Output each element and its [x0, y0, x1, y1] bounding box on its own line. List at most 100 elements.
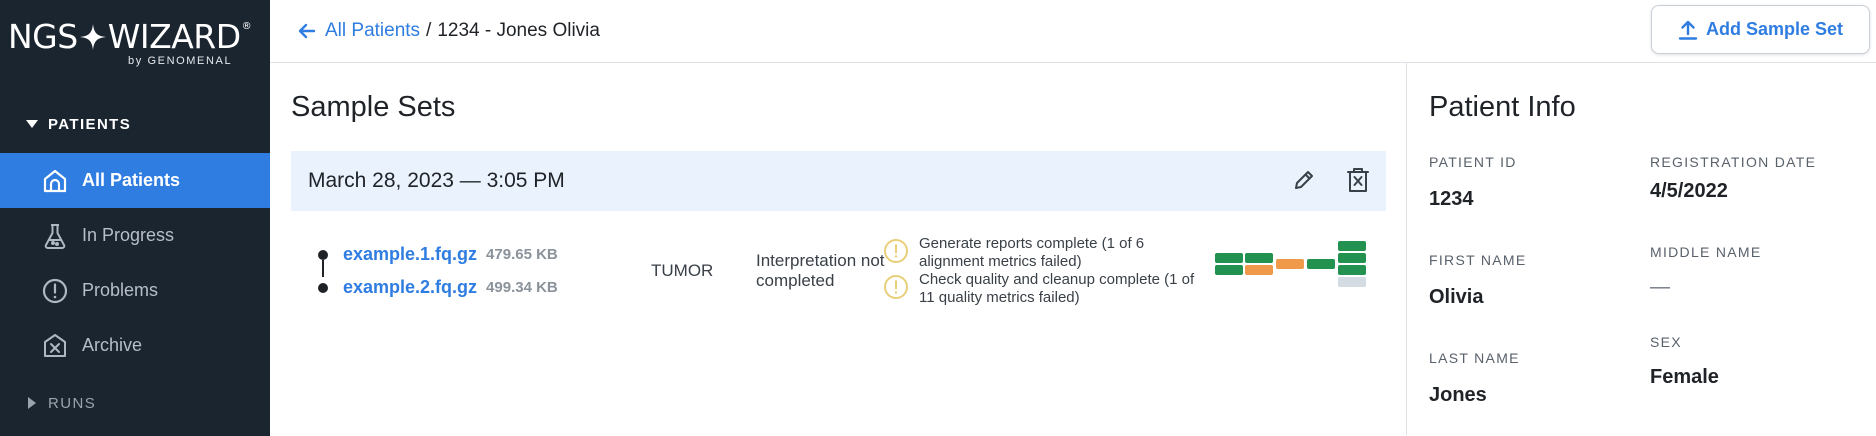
main-area: All Patients / 1234 - Jones Olivia Add S…	[270, 0, 1876, 436]
file-link[interactable]: example.2.fq.gz	[343, 277, 477, 298]
field-label: REGISTRATION DATE	[1650, 154, 1817, 170]
info-right-column: REGISTRATION DATE 4/5/2022 MIDDLE NAME —…	[1650, 154, 1850, 436]
warning-circle-icon	[884, 239, 908, 263]
sample-set-actions	[1290, 165, 1372, 195]
qc-block	[1338, 277, 1366, 287]
field-value: Jones	[1429, 384, 1487, 406]
field-value: Olivia	[1429, 286, 1484, 308]
content: Sample Sets March 28, 2023 — 3:05 PM exa…	[270, 63, 1876, 435]
warning-circle-icon	[884, 275, 908, 299]
field-label: LAST NAME	[1429, 350, 1520, 366]
info-left-column: PATIENT ID 1234 FIRST NAME Olivia LAST N…	[1429, 154, 1650, 436]
sidebar-item-in-progress[interactable]: In Progress	[0, 208, 270, 263]
qc-block	[1215, 265, 1243, 275]
sample-sets-panel: Sample Sets March 28, 2023 — 3:05 PM exa…	[270, 63, 1407, 435]
arrow-left-icon	[298, 23, 316, 39]
flask-icon	[40, 221, 70, 251]
field-value: Female	[1650, 366, 1719, 388]
runs-section-label: RUNS	[48, 394, 97, 412]
brand-logo[interactable]: NGS WIZARD ® by GENOMENAL	[0, 0, 270, 74]
patient-id-field: PATIENT ID 1234	[1429, 154, 1650, 252]
delete-sample-set-button[interactable]	[1344, 165, 1372, 195]
top-bar: All Patients / 1234 - Jones Olivia Add S…	[270, 0, 1876, 63]
bullet-dot	[318, 282, 328, 293]
file-item: example.1.fq.gz 479.65 KB	[318, 238, 558, 271]
sample-sets-title: Sample Sets	[291, 91, 456, 123]
pipeline-progress-indicator[interactable]	[1215, 241, 1375, 301]
sample-type: TUMOR	[651, 261, 714, 280]
sample-set-datetime: March 28, 2023 — 3:05 PM	[308, 169, 565, 192]
logo-left: NGS	[8, 17, 78, 56]
edit-sample-set-button[interactable]	[1290, 165, 1318, 195]
bullet-dot	[318, 249, 328, 260]
registered-mark: ®	[241, 21, 252, 32]
field-label: PATIENT ID	[1429, 154, 1517, 170]
logo-wordmark: NGS WIZARD ®	[8, 20, 270, 54]
runs-section-toggle[interactable]: RUNS	[0, 383, 270, 423]
qc-block	[1215, 253, 1243, 263]
sidebar-item-label: Archive	[82, 335, 143, 355]
archive-x-icon	[40, 331, 70, 361]
warning-item: Check quality and cleanup complete (1 of…	[883, 271, 1199, 306]
field-label: FIRST NAME	[1429, 252, 1527, 268]
field-value: 4/5/2022	[1650, 180, 1728, 202]
breadcrumb-current: 1234 - Jones Olivia	[437, 20, 600, 41]
qc-block	[1338, 265, 1366, 275]
breadcrumb-separator: /	[426, 20, 432, 41]
patients-section-label: PATIENTS	[48, 115, 132, 133]
sidebar: NGS WIZARD ® by GENOMENAL PATIENTS All P…	[0, 0, 270, 436]
sidebar-item-label: Problems	[82, 280, 159, 300]
patient-info-title: Patient Info	[1429, 91, 1576, 123]
sidebar-item-label: In Progress	[82, 225, 175, 245]
caret-right-icon	[28, 397, 36, 409]
file-item: example.2.fq.gz 499.34 KB	[318, 271, 558, 304]
qc-block	[1245, 265, 1273, 275]
add-sample-set-label: Add Sample Set	[1705, 19, 1844, 39]
registration-date-field: REGISTRATION DATE 4/5/2022	[1650, 154, 1850, 244]
file-size: 499.34 KB	[486, 279, 558, 296]
caret-down-icon	[26, 120, 38, 128]
logo-right: WIZARD	[107, 17, 241, 56]
trash-x-icon	[1347, 168, 1369, 192]
warning-list: Generate reports complete (1 of 6 alignm…	[883, 235, 1199, 307]
logo-byline: by GENOMENAL	[128, 55, 233, 67]
patient-info-panel: Patient Info PATIENT ID 1234 FIRST NAME …	[1407, 63, 1876, 435]
warning-text: Generate reports complete (1 of 6 alignm…	[919, 235, 1145, 270]
sample-set-row: example.1.fq.gz 479.65 KB example.2.fq.g…	[291, 211, 1386, 321]
home-icon	[40, 166, 70, 196]
first-name-field: FIRST NAME Olivia	[1429, 252, 1650, 350]
qc-block	[1307, 259, 1335, 269]
breadcrumb: All Patients / 1234 - Jones Olivia	[298, 20, 600, 42]
alert-circle-icon	[40, 276, 70, 306]
sidebar-item-label: All Patients	[82, 170, 181, 190]
sidebar-nav: All Patients In Progress Problems Archiv…	[0, 153, 270, 373]
add-sample-set-button[interactable]: Add Sample Set	[1651, 5, 1870, 54]
last-name-field: LAST NAME Jones	[1429, 350, 1650, 436]
interpretation-status: Interpretation not completed	[756, 251, 885, 290]
warning-item: Generate reports complete (1 of 6 alignm…	[883, 235, 1199, 270]
sidebar-item-archive[interactable]: Archive	[0, 318, 270, 373]
warning-text: Check quality and cleanup complete (1 of…	[919, 271, 1195, 306]
sample-set-header: March 28, 2023 — 3:05 PM	[291, 151, 1386, 211]
sidebar-item-all-patients[interactable]: All Patients	[0, 153, 270, 208]
field-value: —	[1650, 276, 1670, 298]
qc-block	[1245, 253, 1273, 263]
back-to-all-patients-link[interactable]: All Patients	[298, 20, 420, 42]
qc-block	[1338, 241, 1366, 251]
field-label: MIDDLE NAME	[1650, 244, 1762, 260]
back-link-label: All Patients	[325, 20, 421, 41]
sex-field: SEX Female	[1650, 334, 1850, 424]
pencil-icon	[1295, 171, 1313, 189]
field-label: SEX	[1650, 334, 1682, 350]
sidebar-item-problems[interactable]: Problems	[0, 263, 270, 318]
sparkle-icon	[79, 24, 106, 50]
file-size: 479.65 KB	[486, 246, 558, 263]
patients-section-toggle[interactable]: PATIENTS	[0, 107, 270, 141]
middle-name-field: MIDDLE NAME —	[1650, 244, 1850, 334]
field-value: 1234	[1429, 188, 1474, 210]
file-link[interactable]: example.1.fq.gz	[343, 244, 477, 265]
file-list: example.1.fq.gz 479.65 KB example.2.fq.g…	[318, 238, 558, 304]
upload-icon	[1678, 20, 1698, 40]
patient-info-grid: PATIENT ID 1234 FIRST NAME Olivia LAST N…	[1429, 154, 1876, 436]
qc-block	[1276, 259, 1304, 269]
